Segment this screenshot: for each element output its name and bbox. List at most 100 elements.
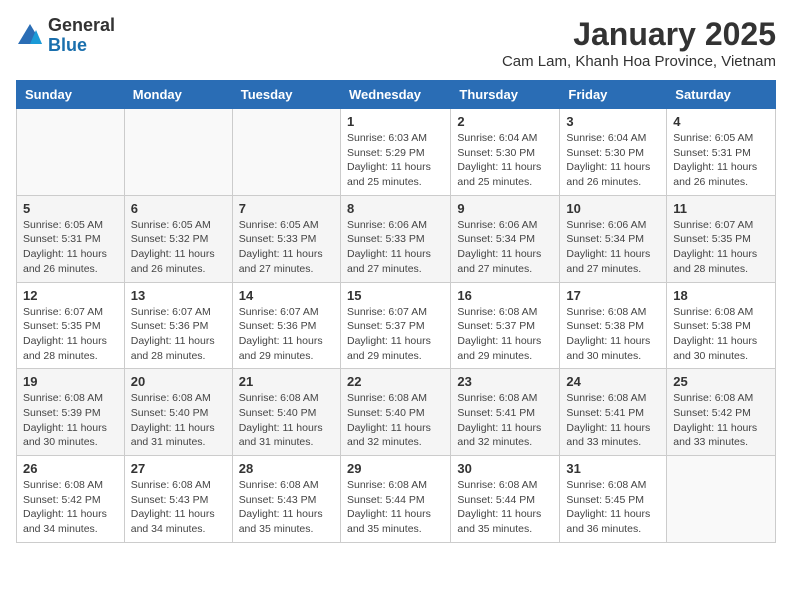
calendar-cell bbox=[232, 109, 340, 196]
calendar-header: SundayMondayTuesdayWednesdayThursdayFrid… bbox=[17, 81, 776, 109]
logo-icon bbox=[16, 22, 44, 50]
day-number: 10 bbox=[566, 201, 660, 216]
calendar-cell: 21 Sunrise: 6:08 AM Sunset: 5:40 PM Dayli… bbox=[232, 369, 340, 456]
calendar-cell: 9 Sunrise: 6:06 AM Sunset: 5:34 PM Daylig… bbox=[451, 195, 560, 282]
day-info: Sunrise: 6:08 AM Sunset: 5:43 PM Dayligh… bbox=[131, 478, 226, 537]
calendar-cell: 7Sunrise: 6:05 AM Sunset: 5:33 PM Daylig… bbox=[232, 195, 340, 282]
calendar-week-4: 19 Sunrise: 6:08 AM Sunset: 5:39 PM Dayli… bbox=[17, 369, 776, 456]
day-number: 8 bbox=[347, 201, 444, 216]
day-info: Sunrise: 6:05 AM Sunset: 5:31 PM Dayligh… bbox=[673, 131, 769, 190]
weekday-header-sunday: Sunday bbox=[17, 81, 125, 109]
day-info: Sunrise: 6:08 AM Sunset: 5:38 PM Dayligh… bbox=[566, 305, 660, 364]
calendar-cell: 22 Sunrise: 6:08 AM Sunset: 5:40 PM Dayli… bbox=[340, 369, 450, 456]
calendar-cell: 24 Sunrise: 6:08 AM Sunset: 5:41 PM Dayli… bbox=[560, 369, 667, 456]
day-info: Sunrise: 6:08 AM Sunset: 5:37 PM Dayligh… bbox=[457, 305, 553, 364]
weekday-header-wednesday: Wednesday bbox=[340, 81, 450, 109]
logo-general: General bbox=[48, 16, 115, 36]
day-number: 20 bbox=[131, 374, 226, 389]
day-number: 21 bbox=[239, 374, 334, 389]
calendar-week-3: 12Sunrise: 6:07 AM Sunset: 5:35 PM Dayli… bbox=[17, 282, 776, 369]
day-info: Sunrise: 6:08 AM Sunset: 5:40 PM Dayligh… bbox=[239, 391, 334, 450]
calendar-cell: 18 Sunrise: 6:08 AM Sunset: 5:38 PM Dayli… bbox=[667, 282, 776, 369]
day-number: 15 bbox=[347, 288, 444, 303]
weekday-header-thursday: Thursday bbox=[451, 81, 560, 109]
calendar-cell: 14 Sunrise: 6:07 AM Sunset: 5:36 PM Dayli… bbox=[232, 282, 340, 369]
calendar-cell: 30Sunrise: 6:08 AM Sunset: 5:44 PM Dayli… bbox=[451, 456, 560, 543]
day-info: Sunrise: 6:06 AM Sunset: 5:34 PM Dayligh… bbox=[457, 218, 553, 277]
calendar-cell: 17 Sunrise: 6:08 AM Sunset: 5:38 PM Dayli… bbox=[560, 282, 667, 369]
day-info: Sunrise: 6:08 AM Sunset: 5:43 PM Dayligh… bbox=[239, 478, 334, 537]
calendar-cell: 11 Sunrise: 6:07 AM Sunset: 5:35 PM Dayli… bbox=[667, 195, 776, 282]
day-number: 27 bbox=[131, 461, 226, 476]
day-info: Sunrise: 6:08 AM Sunset: 5:40 PM Dayligh… bbox=[347, 391, 444, 450]
month-title: January 2025 bbox=[502, 16, 776, 53]
calendar-cell bbox=[124, 109, 232, 196]
calendar-cell: 1Sunrise: 6:03 AM Sunset: 5:29 PM Daylig… bbox=[340, 109, 450, 196]
day-info: Sunrise: 6:08 AM Sunset: 5:39 PM Dayligh… bbox=[23, 391, 118, 450]
day-number: 14 bbox=[239, 288, 334, 303]
day-info: Sunrise: 6:08 AM Sunset: 5:42 PM Dayligh… bbox=[673, 391, 769, 450]
weekday-header-saturday: Saturday bbox=[667, 81, 776, 109]
day-info: Sunrise: 6:08 AM Sunset: 5:45 PM Dayligh… bbox=[566, 478, 660, 537]
day-number: 19 bbox=[23, 374, 118, 389]
day-number: 1 bbox=[347, 114, 444, 129]
location-title: Cam Lam, Khanh Hoa Province, Vietnam bbox=[502, 53, 776, 70]
day-number: 6 bbox=[131, 201, 226, 216]
day-number: 2 bbox=[457, 114, 553, 129]
day-number: 13 bbox=[131, 288, 226, 303]
day-number: 29 bbox=[347, 461, 444, 476]
calendar-cell: 20 Sunrise: 6:08 AM Sunset: 5:40 PM Dayli… bbox=[124, 369, 232, 456]
calendar-cell: 13 Sunrise: 6:07 AM Sunset: 5:36 PM Dayli… bbox=[124, 282, 232, 369]
logo-text: General Blue bbox=[48, 16, 115, 56]
day-info: Sunrise: 6:08 AM Sunset: 5:38 PM Dayligh… bbox=[673, 305, 769, 364]
calendar-cell: 12Sunrise: 6:07 AM Sunset: 5:35 PM Dayli… bbox=[17, 282, 125, 369]
day-info: Sunrise: 6:06 AM Sunset: 5:34 PM Dayligh… bbox=[566, 218, 660, 277]
day-info: Sunrise: 6:08 AM Sunset: 5:41 PM Dayligh… bbox=[566, 391, 660, 450]
day-info: Sunrise: 6:08 AM Sunset: 5:44 PM Dayligh… bbox=[347, 478, 444, 537]
day-number: 23 bbox=[457, 374, 553, 389]
day-number: 25 bbox=[673, 374, 769, 389]
calendar-cell: 10 Sunrise: 6:06 AM Sunset: 5:34 PM Dayli… bbox=[560, 195, 667, 282]
day-number: 9 bbox=[457, 201, 553, 216]
title-block: January 2025 Cam Lam, Khanh Hoa Province… bbox=[502, 16, 776, 70]
day-number: 17 bbox=[566, 288, 660, 303]
day-number: 18 bbox=[673, 288, 769, 303]
calendar-cell bbox=[667, 456, 776, 543]
weekday-header-friday: Friday bbox=[560, 81, 667, 109]
day-number: 7 bbox=[239, 201, 334, 216]
day-info: Sunrise: 6:05 AM Sunset: 5:32 PM Dayligh… bbox=[131, 218, 226, 277]
calendar-cell: 26Sunrise: 6:08 AM Sunset: 5:42 PM Dayli… bbox=[17, 456, 125, 543]
calendar-cell: 2Sunrise: 6:04 AM Sunset: 5:30 PM Daylig… bbox=[451, 109, 560, 196]
day-info: Sunrise: 6:08 AM Sunset: 5:40 PM Dayligh… bbox=[131, 391, 226, 450]
day-number: 30 bbox=[457, 461, 553, 476]
day-info: Sunrise: 6:07 AM Sunset: 5:35 PM Dayligh… bbox=[23, 305, 118, 364]
calendar-table: SundayMondayTuesdayWednesdayThursdayFrid… bbox=[16, 80, 776, 543]
day-info: Sunrise: 6:07 AM Sunset: 5:36 PM Dayligh… bbox=[131, 305, 226, 364]
calendar-cell: 8Sunrise: 6:06 AM Sunset: 5:33 PM Daylig… bbox=[340, 195, 450, 282]
page-header: General Blue January 2025 Cam Lam, Khanh… bbox=[16, 16, 776, 70]
calendar-cell: 31 Sunrise: 6:08 AM Sunset: 5:45 PM Dayli… bbox=[560, 456, 667, 543]
logo: General Blue bbox=[16, 16, 115, 56]
day-number: 31 bbox=[566, 461, 660, 476]
calendar-week-5: 26Sunrise: 6:08 AM Sunset: 5:42 PM Dayli… bbox=[17, 456, 776, 543]
calendar-cell: 15 Sunrise: 6:07 AM Sunset: 5:37 PM Dayli… bbox=[340, 282, 450, 369]
day-info: Sunrise: 6:07 AM Sunset: 5:35 PM Dayligh… bbox=[673, 218, 769, 277]
calendar-cell: 19 Sunrise: 6:08 AM Sunset: 5:39 PM Dayli… bbox=[17, 369, 125, 456]
calendar-cell: 3Sunrise: 6:04 AM Sunset: 5:30 PM Daylig… bbox=[560, 109, 667, 196]
day-info: Sunrise: 6:07 AM Sunset: 5:37 PM Dayligh… bbox=[347, 305, 444, 364]
day-number: 24 bbox=[566, 374, 660, 389]
day-number: 5 bbox=[23, 201, 118, 216]
day-number: 22 bbox=[347, 374, 444, 389]
day-number: 4 bbox=[673, 114, 769, 129]
day-info: Sunrise: 6:07 AM Sunset: 5:36 PM Dayligh… bbox=[239, 305, 334, 364]
calendar-week-1: 1Sunrise: 6:03 AM Sunset: 5:29 PM Daylig… bbox=[17, 109, 776, 196]
calendar-cell: 25 Sunrise: 6:08 AM Sunset: 5:42 PM Dayli… bbox=[667, 369, 776, 456]
day-number: 3 bbox=[566, 114, 660, 129]
day-number: 16 bbox=[457, 288, 553, 303]
logo-blue: Blue bbox=[48, 36, 115, 56]
calendar-cell bbox=[17, 109, 125, 196]
weekday-header-tuesday: Tuesday bbox=[232, 81, 340, 109]
calendar-cell: 5Sunrise: 6:05 AM Sunset: 5:31 PM Daylig… bbox=[17, 195, 125, 282]
day-number: 11 bbox=[673, 201, 769, 216]
day-info: Sunrise: 6:08 AM Sunset: 5:42 PM Dayligh… bbox=[23, 478, 118, 537]
